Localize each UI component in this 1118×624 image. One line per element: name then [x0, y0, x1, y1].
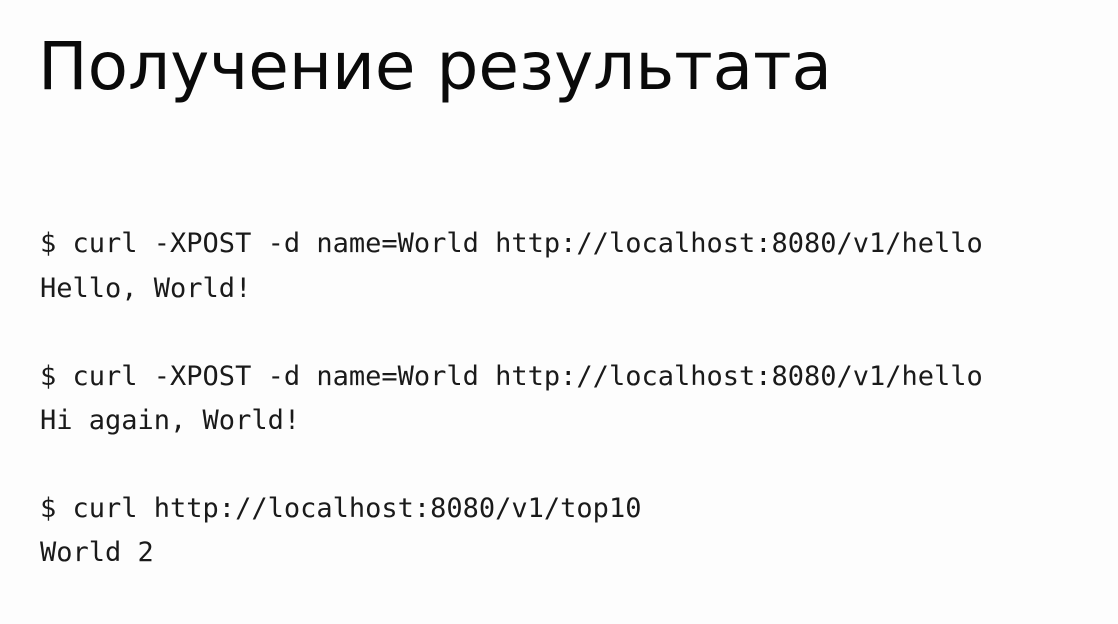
command-output: World 2 [40, 537, 154, 568]
slide: Получение результата $ curl -XPOST -d na… [0, 0, 1118, 624]
command-output: Hi again, World! [40, 405, 301, 436]
command-line: $ curl -XPOST -d name=World http://local… [40, 228, 983, 259]
command-line: $ curl http://localhost:8080/v1/top10 [40, 493, 642, 524]
slide-title: Получение результата [38, 28, 832, 105]
command-output: Hello, World! [40, 273, 252, 304]
command-line: $ curl -XPOST -d name=World http://local… [40, 361, 983, 392]
